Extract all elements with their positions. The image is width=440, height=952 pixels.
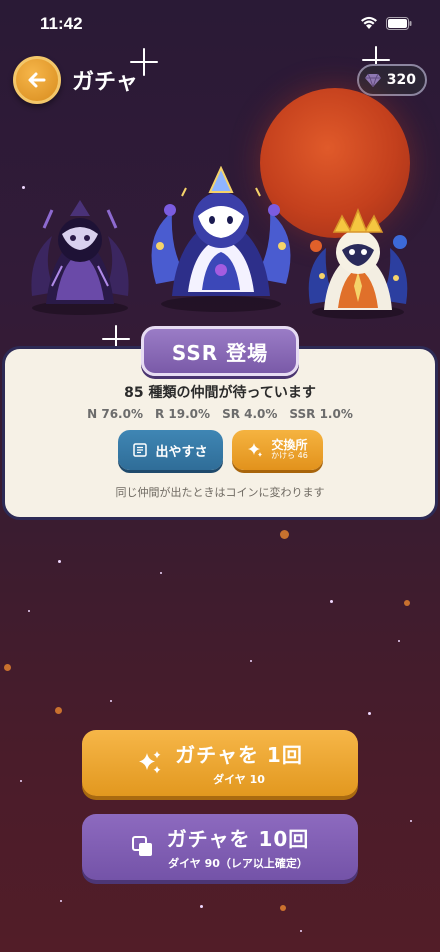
exchange-fragment-count: かけら 46 bbox=[271, 451, 308, 461]
stacked-cards-icon bbox=[131, 836, 152, 856]
back-arrow-icon bbox=[28, 72, 46, 88]
pull-ten-label: ガチャを 10回 bbox=[166, 827, 310, 851]
pull-once-cost: ダイヤ 10 bbox=[213, 773, 265, 786]
list-icon bbox=[133, 443, 148, 457]
rate-ssr: SSR 1.0% bbox=[289, 407, 353, 421]
odds-button[interactable]: 出やすさ bbox=[118, 430, 223, 470]
character-star-mage bbox=[151, 166, 291, 312]
rate-sr: SR 4.0% bbox=[222, 407, 278, 421]
currency-balance[interactable]: 320 bbox=[357, 64, 427, 96]
pull-once-label: ガチャを 1回 bbox=[175, 743, 303, 767]
rate-r: R 19.0% bbox=[155, 407, 211, 421]
exchange-button[interactable]: 交換所 かけら 46 bbox=[232, 430, 323, 470]
page-title: ガチャ bbox=[72, 70, 138, 95]
banner-tab: SSR 登場 bbox=[141, 326, 299, 376]
character-sun-sage bbox=[308, 207, 408, 319]
rate-n: N 76.0% bbox=[87, 407, 143, 421]
sparkles-icon bbox=[139, 751, 161, 774]
odds-button-label: 出やすさ bbox=[155, 444, 208, 460]
pull-once-button[interactable]: ガチャを 1回 ダイヤ 10 bbox=[82, 730, 358, 796]
back-button[interactable] bbox=[13, 56, 61, 104]
currency-amount: 320 bbox=[386, 72, 416, 88]
status-time: 11:42 bbox=[40, 14, 83, 33]
pull-ten-cost: ダイヤ 90（レア以上確定） bbox=[168, 857, 308, 870]
character-dark-sorcerer bbox=[31, 200, 129, 315]
sparkle-icon bbox=[248, 443, 263, 457]
duplicate-note: 同じ仲間が出たときはコインに変わります bbox=[115, 486, 325, 499]
battery-icon bbox=[386, 16, 412, 30]
rarity-rates: N 76.0% R 19.0% SR 4.0% SSR 1.0% bbox=[0, 407, 440, 421]
status-bar: 11:42 bbox=[0, 0, 440, 44]
pull-ten-button[interactable]: ガチャを 10回 ダイヤ 90（レア以上確定） bbox=[82, 814, 358, 880]
banner-headline: 85 種類の仲間が待っています bbox=[124, 385, 316, 401]
wifi-icon bbox=[361, 16, 377, 29]
gem-icon bbox=[364, 73, 381, 87]
